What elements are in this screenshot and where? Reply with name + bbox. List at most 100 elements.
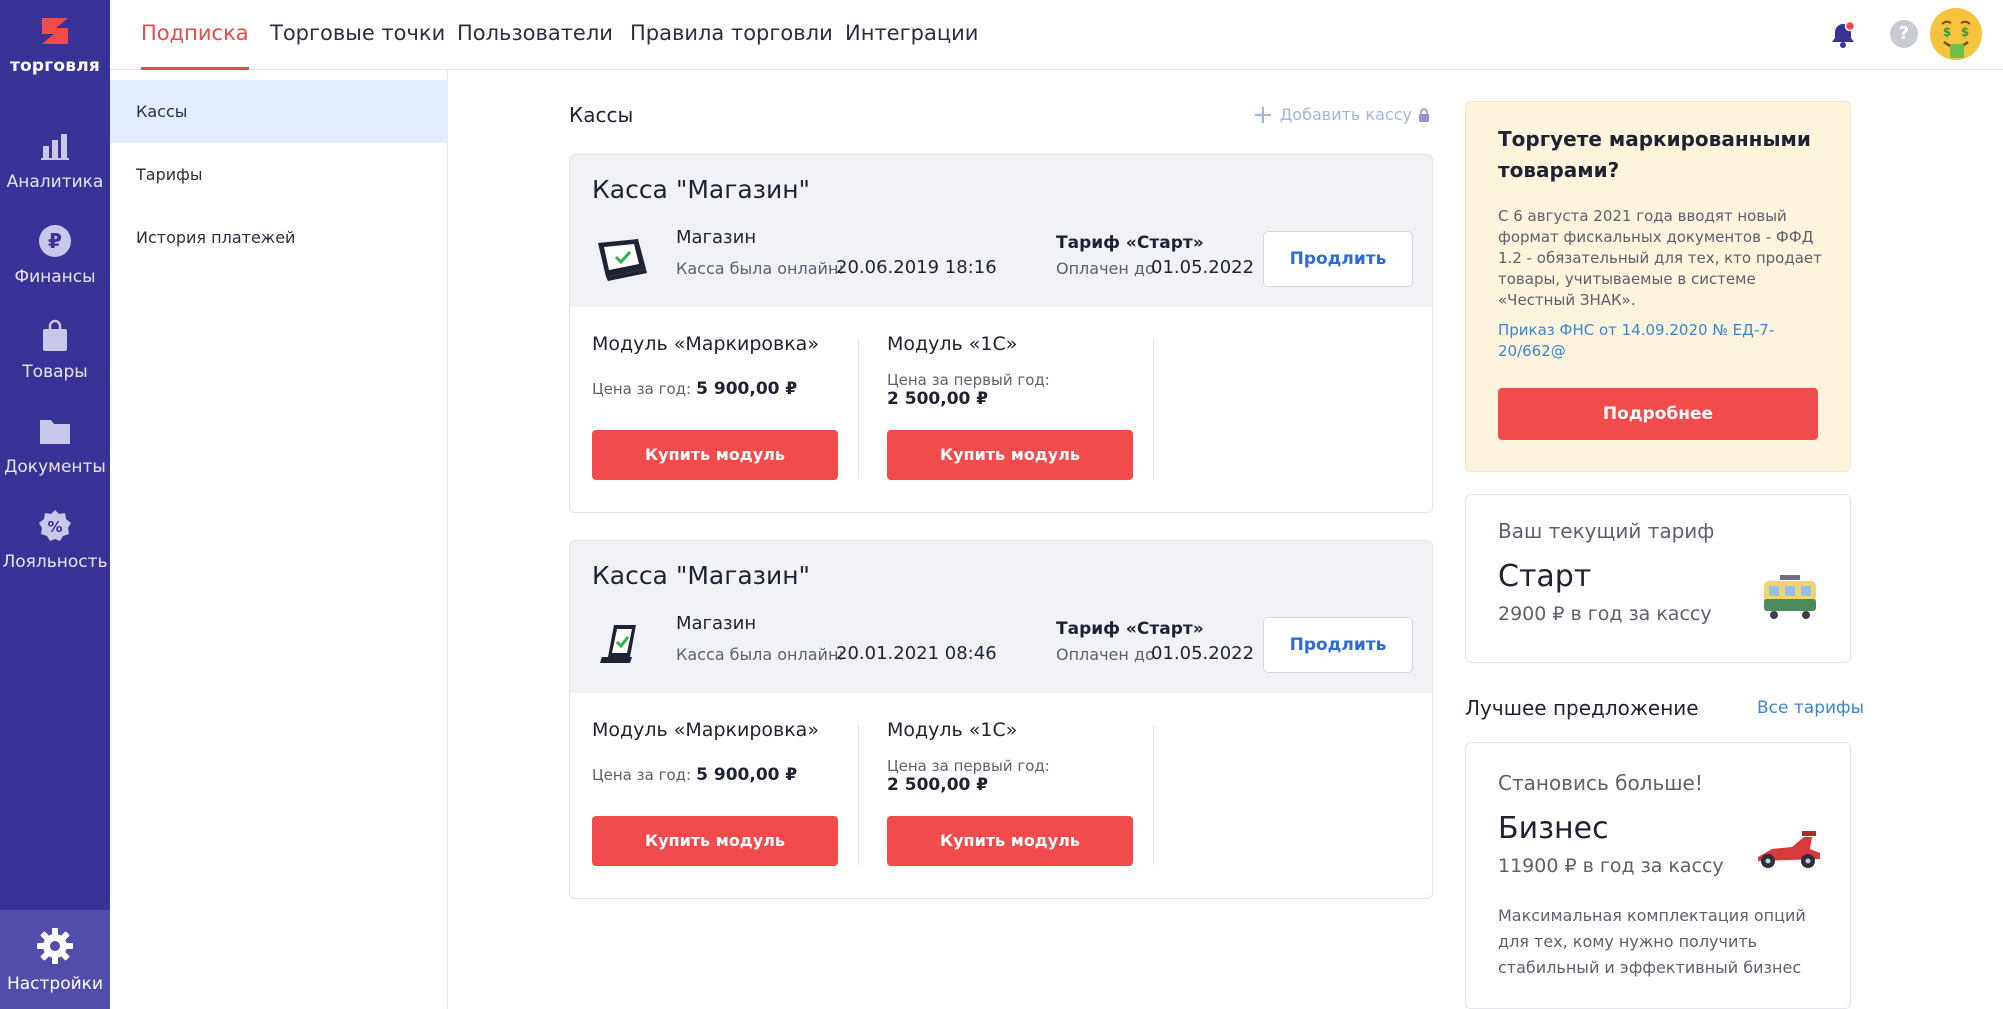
rail-item-loyalty[interactable]: % Лояльность: [0, 508, 110, 572]
kassa-card-header: Касса "Магазин" Магазин Касса была онлай…: [570, 155, 1432, 307]
module-1c: Модуль «1С» Цена за первый год: 2 500,00…: [887, 333, 1135, 409]
race-car-icon: [1758, 831, 1820, 868]
module-divider: [858, 725, 859, 865]
rail-item-documents[interactable]: Документы: [0, 413, 110, 477]
module-divider: [858, 339, 859, 479]
logo-text: торговля: [10, 56, 100, 76]
kassa-card: Касса "Магазин" Магазин Касса была онлай…: [569, 154, 1433, 513]
paid-value: 01.05.2022: [1151, 643, 1255, 664]
tab-users[interactable]: Пользователи: [457, 0, 613, 70]
module-title: Модуль «Маркировка»: [592, 719, 819, 741]
renew-button[interactable]: Продлить: [1263, 231, 1413, 287]
left-rail: торговля Аналитика ₽ Финансы Товары Доку…: [0, 0, 110, 1009]
subnav-item-tariffs[interactable]: Тарифы: [110, 143, 448, 206]
tab-trade-rules[interactable]: Правила торговли: [630, 0, 833, 70]
module-marking: Модуль «Маркировка» Цена за год: 5 900,0…: [592, 333, 840, 399]
buy-module-button[interactable]: Купить модуль: [592, 816, 838, 866]
renew-button[interactable]: Продлить: [1263, 617, 1413, 673]
business-tarif-name: Бизнес: [1498, 811, 1609, 846]
lock-icon: [1418, 107, 1429, 122]
module-divider: [1153, 725, 1154, 865]
cash-register-icon: [598, 239, 647, 281]
rail-settings-label: Настройки: [6, 974, 103, 994]
tab-subscription[interactable]: Подписка: [141, 0, 249, 70]
promo-link[interactable]: Приказ ФНС от 14.09.2020 № ЕД-7-20/662@: [1498, 320, 1798, 362]
shopping-bag-icon: [37, 318, 73, 354]
rail-item-label: Лояльность: [2, 552, 108, 572]
business-tarif-text: Максимальная комплектация опций для тех,…: [1498, 906, 1806, 977]
module-1c: Модуль «1С» Цена за первый год: 2 500,00…: [887, 719, 1135, 795]
current-tarif-label: Ваш текущий тариф: [1498, 519, 1715, 543]
rail-item-settings[interactable]: Настройки: [0, 910, 110, 1009]
paid-label: Оплачен до: [1056, 645, 1155, 664]
current-tarif-price: 2900 ₽ в год за кассу: [1498, 603, 1712, 625]
tram-icon: [1764, 575, 1816, 619]
app-logo[interactable]: торговля: [0, 14, 110, 76]
ruble-coin-icon: ₽: [37, 223, 73, 259]
shop-name: Магазин: [676, 613, 757, 634]
add-kassa-button[interactable]: + Добавить кассу: [1252, 102, 1430, 128]
module-price-label: Цена за первый год:: [887, 371, 1050, 389]
module-price-label: Цена за год:: [592, 380, 692, 398]
logo-icon: [42, 18, 68, 44]
kassa-title: Касса "Магазин": [592, 175, 811, 204]
more-button[interactable]: Подробнее: [1498, 388, 1818, 440]
kassa-title: Касса "Магазин": [592, 561, 811, 590]
top-bar: Подписка Торговые точки Пользователи Пра…: [110, 0, 2003, 70]
buy-module-button[interactable]: Купить модуль: [887, 430, 1133, 480]
rail-item-label: Товары: [22, 362, 88, 382]
business-tarif-price: 11900 ₽ в год за кассу: [1498, 855, 1724, 877]
module-marking: Модуль «Маркировка» Цена за год: 5 900,0…: [592, 719, 840, 785]
all-tariffs-link[interactable]: Все тарифы: [1757, 698, 1864, 718]
rail-item-finance[interactable]: ₽ Финансы: [0, 223, 110, 287]
promo-text: С 6 августа 2021 года вводят новый форма…: [1498, 207, 1822, 309]
gear-icon: [35, 926, 75, 966]
sub-nav: Кассы Тарифы История платежей: [110, 70, 448, 1009]
rail-item-label: Аналитика: [6, 172, 104, 192]
svg-text:$: $: [1943, 25, 1951, 39]
svg-text:₽: ₽: [48, 229, 62, 253]
current-tarif-name: Старт: [1498, 559, 1592, 594]
online-label: Касса была онлайн:: [676, 259, 844, 278]
module-title: Модуль «Маркировка»: [592, 333, 819, 355]
folder-icon: [37, 413, 73, 449]
module-price-label: Цена за первый год:: [887, 757, 1050, 775]
paid-label: Оплачен до: [1056, 259, 1155, 278]
module-divider: [1153, 339, 1154, 479]
page-title: Кассы: [569, 103, 634, 127]
buy-module-button[interactable]: Купить модуль: [592, 430, 838, 480]
add-kassa-label: Добавить кассу: [1279, 105, 1412, 124]
subnav-item-payment-history[interactable]: История платежей: [110, 206, 448, 269]
shop-name: Магазин: [676, 227, 757, 248]
svg-text:$: $: [1961, 25, 1969, 39]
best-offer-title: Лучшее предложение: [1465, 696, 1699, 720]
promo-title: Торгуете маркированными товарами?: [1498, 127, 1811, 182]
percent-badge-icon: %: [37, 508, 73, 544]
current-tarif-card: Ваш текущий тариф Старт 2900 ₽ в год за …: [1465, 494, 1851, 663]
module-title: Модуль «1С»: [887, 719, 1018, 741]
kassa-card-header: Касса "Магазин" Магазин Касса была онлай…: [570, 541, 1432, 693]
rail-item-goods[interactable]: Товары: [0, 318, 110, 382]
module-price-value: 5 900,00 ₽: [696, 379, 798, 399]
tab-trade-points[interactable]: Торговые точки: [270, 0, 445, 70]
module-price-value: 2 500,00 ₽: [887, 389, 989, 409]
rail-item-label: Документы: [4, 457, 106, 477]
avatar[interactable]: $ $: [1928, 6, 1984, 62]
subnav-item-kassas[interactable]: Кассы: [110, 80, 448, 143]
help-icon[interactable]: ?: [1890, 20, 1918, 48]
promo-card: Торгуете маркированными товарами? С 6 ав…: [1465, 101, 1851, 472]
tab-integrations[interactable]: Интеграции: [845, 0, 978, 70]
tarif-name: Тариф «Старт»: [1056, 233, 1204, 253]
business-tarif-label: Становись больше!: [1498, 771, 1703, 795]
buy-module-button[interactable]: Купить модуль: [887, 816, 1133, 866]
online-label: Касса была онлайн:: [676, 645, 844, 664]
rail-item-label: Финансы: [14, 267, 96, 287]
rail-item-analytics[interactable]: Аналитика: [0, 128, 110, 192]
online-value: 20.06.2019 18:16: [836, 257, 997, 278]
online-value: 20.01.2021 08:46: [836, 643, 997, 664]
tarif-name: Тариф «Старт»: [1056, 619, 1204, 639]
module-price-value: 2 500,00 ₽: [887, 775, 989, 795]
bell-icon[interactable]: [1828, 20, 1858, 50]
mobile-terminal-icon: [600, 625, 636, 663]
paid-value: 01.05.2022: [1151, 257, 1255, 278]
